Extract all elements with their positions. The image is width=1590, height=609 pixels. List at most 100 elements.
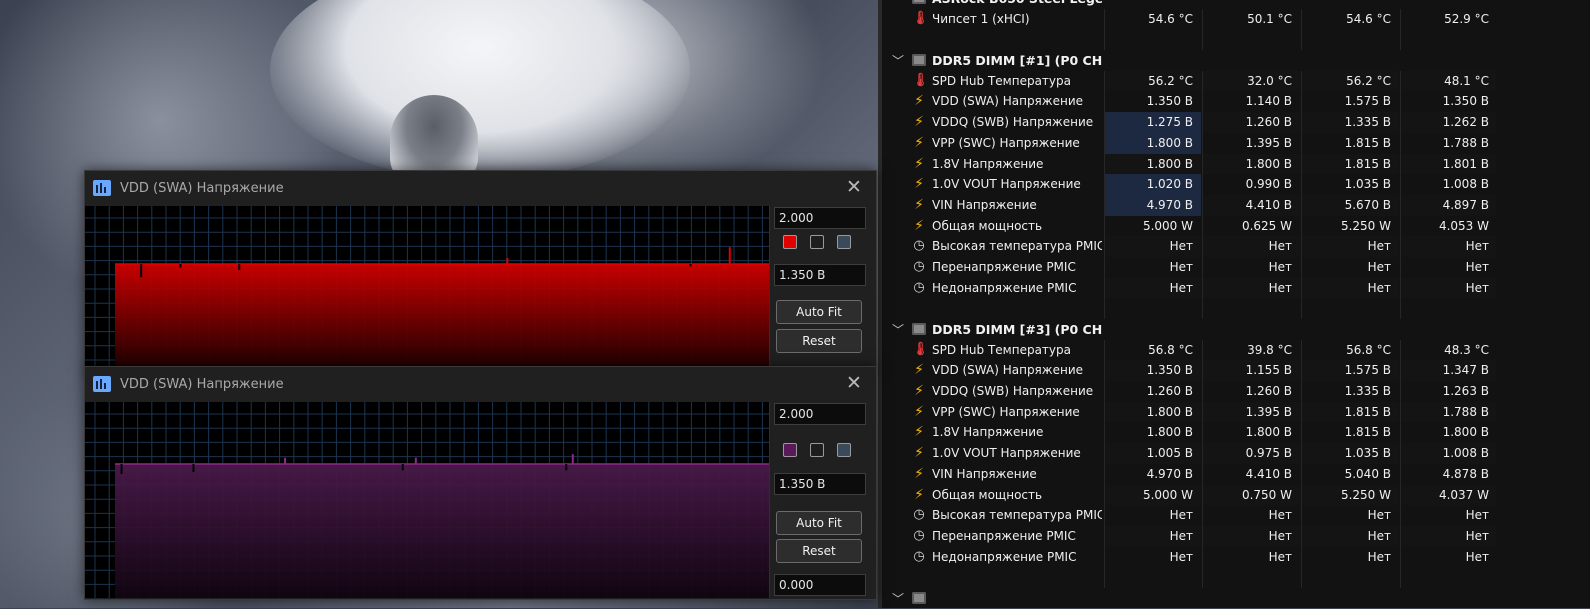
min-value-cell: 1.800 В: [1202, 153, 1300, 175]
min-value-cell: 1.260 В: [1202, 381, 1300, 402]
color-swatch-background[interactable]: [810, 443, 824, 457]
clock-icon: ◷: [913, 548, 925, 564]
max-value-cell: 54.6 °C: [1301, 8, 1399, 30]
panel-right-edge: [1496, 0, 1590, 608]
chevron-down-icon[interactable]: ﹀: [892, 0, 904, 7]
graph-window[interactable]: VDD (SWA) Напряжение ✕ 2.000 1.350 В Aut…: [84, 366, 877, 600]
sensor-row[interactable]: ◷ Перенапряжение PMIC Нет Нет Нет Нет: [882, 525, 1500, 547]
current-value-cell: 56.8 °C: [1104, 339, 1201, 361]
sensor-row[interactable]: ⚡︎ VDDQ (SWB) Напряжение 1.275 В 1.260 В 1.3…: [882, 112, 1500, 133]
min-value-cell: 50.1 °C: [1202, 8, 1300, 30]
lightning-bolt-icon: ⚡︎: [914, 134, 924, 151]
sensor-label: Общая мощность: [932, 218, 1043, 233]
color-swatch-background[interactable]: [810, 235, 824, 249]
current-value-cell: 56.2 °C: [1104, 70, 1201, 92]
current-value-cell: 1.005 В: [1104, 443, 1201, 464]
current-value-cell: 1.800 В: [1104, 132, 1201, 154]
sensor-row[interactable]: ◷ Высокая температура PMIC Нет Нет Нет Нет: [882, 236, 1500, 257]
sensor-row[interactable]: 🌡︎ Чипсет 1 (xHCI) 54.6 °C 50.1 °C 54.6 °C 52…: [882, 8, 1500, 30]
sensor-row[interactable]: ⚡︎ VIN Напряжение 4.970 В 4.410 В 5.670 В 4.8…: [882, 194, 1500, 216]
graph-plot: [85, 402, 770, 598]
color-swatch-line[interactable]: [783, 443, 797, 457]
max-value-field[interactable]: 2.000: [774, 207, 866, 229]
sensor-row[interactable]: ⚡︎ VDD (SWA) Напряжение 1.350 В 1.140 В 1.57…: [882, 91, 1500, 113]
graph-titlebar[interactable]: VDD (SWA) Напряжение ✕: [85, 171, 876, 205]
color-swatch-grid[interactable]: [837, 443, 851, 457]
empty-cell: [1104, 567, 1201, 588]
sensor-group-header[interactable]: ﹀ DDR5 DIMM [#1] (P0 CHANNEL A/DIMM 1): [882, 50, 1500, 71]
chip-icon: [912, 591, 926, 604]
max-value-cell: 1.335 В: [1301, 112, 1399, 133]
sensor-group-header[interactable]: ﹀ ASRock B650 Steel Legend WiFi (AMD Чипс…: [882, 0, 1500, 9]
sensor-label: VDD (SWA) Напряжение: [932, 363, 1083, 378]
graph-window[interactable]: VDD (SWA) Напряжение ✕ 2.000 1.350 В Aut…: [84, 170, 877, 372]
sensor-group-header[interactable]: ﹀ DDR5 DIMM [#3] (P0 CHANNEL B/DIMM 1): [882, 319, 1500, 340]
reset-button[interactable]: Reset: [776, 539, 862, 563]
current-value-cell: 4.970 В: [1104, 463, 1201, 485]
current-value-cell: Нет: [1104, 546, 1201, 568]
min-value-field[interactable]: 0.000: [774, 574, 866, 596]
thermometer-icon: 🌡︎: [912, 72, 929, 88]
sensor-row[interactable]: ⚡︎ VPP (SWC) Напряжение 1.800 В 1.395 В 1.81…: [882, 401, 1500, 423]
chevron-down-icon[interactable]: ﹀: [892, 52, 904, 69]
min-value-cell: 0.625 W: [1202, 215, 1300, 237]
max-value-field[interactable]: 2.000: [774, 403, 866, 425]
min-value-cell: 0.975 В: [1202, 443, 1300, 464]
graph-title: VDD (SWA) Напряжение: [120, 181, 284, 196]
sensor-row[interactable]: ⚡︎ Общая мощность 5.000 W 0.750 W 5.250 W 4.0…: [882, 484, 1500, 506]
sensor-row[interactable]: ⚡︎ 1.0V VOUT Напряжение 1.020 В 0.990 В 1.03…: [882, 174, 1500, 195]
color-swatch-line[interactable]: [783, 235, 797, 249]
current-value-field[interactable]: 1.350 В: [774, 264, 866, 286]
sensor-label: VDD (SWA) Напряжение: [932, 94, 1083, 109]
avg-value-cell: Нет: [1400, 277, 1497, 299]
sensor-row[interactable]: ⚡︎ 1.8V Напряжение 1.800 В 1.800 В 1.815 В 1.…: [882, 153, 1500, 175]
sensor-row[interactable]: ⚡︎ Общая мощность 5.000 W 0.625 W 5.250 W 4.0…: [882, 215, 1500, 237]
sensor-row[interactable]: ⚡︎ VPP (SWC) Напряжение 1.800 В 1.395 В 1.81…: [882, 132, 1500, 154]
min-value-cell: 1.395 В: [1202, 401, 1300, 423]
sensor-label: Перенапряжение PMIC: [932, 528, 1076, 543]
sensor-label: 1.8V Напряжение: [932, 156, 1044, 171]
sensor-row[interactable]: 🌡︎ SPD Hub Температура 56.8 °C 39.8 °C 56.8 …: [882, 339, 1500, 361]
auto-fit-button[interactable]: Auto Fit: [776, 511, 862, 535]
min-value-cell: Нет: [1202, 546, 1300, 568]
avg-value-cell: 4.037 W: [1400, 484, 1497, 506]
sensor-row[interactable]: ⚡︎ VIN Напряжение 4.970 В 4.410 В 5.040 В 4.8…: [882, 463, 1500, 485]
empty-cell: [1400, 29, 1497, 51]
sensor-spacer-row: [882, 29, 1500, 51]
current-value-cell: 54.6 °C: [1104, 8, 1201, 30]
sensor-panel[interactable]: ﹀ ASRock B650 Steel Legend WiFi (AMD Чипс…: [878, 0, 1500, 608]
avg-value-cell: 4.878 В: [1400, 463, 1497, 485]
sensor-spacer-row: [882, 298, 1500, 319]
lightning-bolt-icon: ⚡︎: [914, 403, 924, 420]
sensor-row[interactable]: ⚡︎ VDDQ (SWB) Напряжение 1.260 В 1.260 В 1.3…: [882, 381, 1500, 402]
sensor-row[interactable]: ◷ Недонапряжение PMIC Нет Нет Нет Нет: [882, 546, 1500, 568]
empty-cell: [1104, 298, 1201, 319]
graph-side-controls: 2.000 1.350 В Auto Fit Reset 0.000: [773, 402, 873, 599]
chevron-down-icon[interactable]: ﹀: [892, 321, 904, 338]
sensor-row[interactable]: ⚡︎ 1.8V Напряжение 1.800 В 1.800 В 1.815 В 1.…: [882, 422, 1500, 444]
sensor-row[interactable]: 🌡︎ SPD Hub Температура 56.2 °C 32.0 °C 56.2 …: [882, 70, 1500, 92]
lightning-bolt-icon: ⚡︎: [914, 465, 924, 482]
close-icon[interactable]: ✕: [844, 176, 864, 198]
graph-area: [115, 264, 769, 371]
current-value-field[interactable]: 1.350 В: [774, 473, 866, 495]
close-icon[interactable]: ✕: [844, 372, 864, 394]
clock-icon: ◷: [913, 258, 925, 274]
color-swatch-grid[interactable]: [837, 235, 851, 249]
sensor-group-header[interactable]: ﹀: [882, 588, 1500, 609]
sensor-row[interactable]: ⚡︎ VDD (SWA) Напряжение 1.350 В 1.155 В 1.57…: [882, 360, 1500, 382]
sensor-label: VPP (SWC) Напряжение: [932, 135, 1080, 150]
sensor-label: Высокая температура PMIC: [932, 508, 1102, 523]
sensor-row[interactable]: ◷ Недонапряжение PMIC Нет Нет Нет Нет: [882, 277, 1500, 299]
auto-fit-button[interactable]: Auto Fit: [776, 300, 862, 324]
sensor-row[interactable]: ⚡︎ 1.0V VOUT Напряжение 1.005 В 0.975 В 1.03…: [882, 443, 1500, 464]
reset-button[interactable]: Reset: [776, 329, 862, 353]
max-value-cell: 1.335 В: [1301, 381, 1399, 402]
sensor-row[interactable]: ◷ Высокая температура PMIC Нет Нет Нет Нет: [882, 505, 1500, 526]
max-value-cell: 1.815 В: [1301, 401, 1399, 423]
avg-value-cell: Нет: [1400, 256, 1497, 278]
chevron-down-icon[interactable]: ﹀: [892, 590, 904, 607]
sensor-row[interactable]: ◷ Перенапряжение PMIC Нет Нет Нет Нет: [882, 256, 1500, 278]
graph-titlebar[interactable]: VDD (SWA) Напряжение ✕: [85, 367, 876, 401]
sensor-label: 1.8V Напряжение: [932, 425, 1044, 440]
